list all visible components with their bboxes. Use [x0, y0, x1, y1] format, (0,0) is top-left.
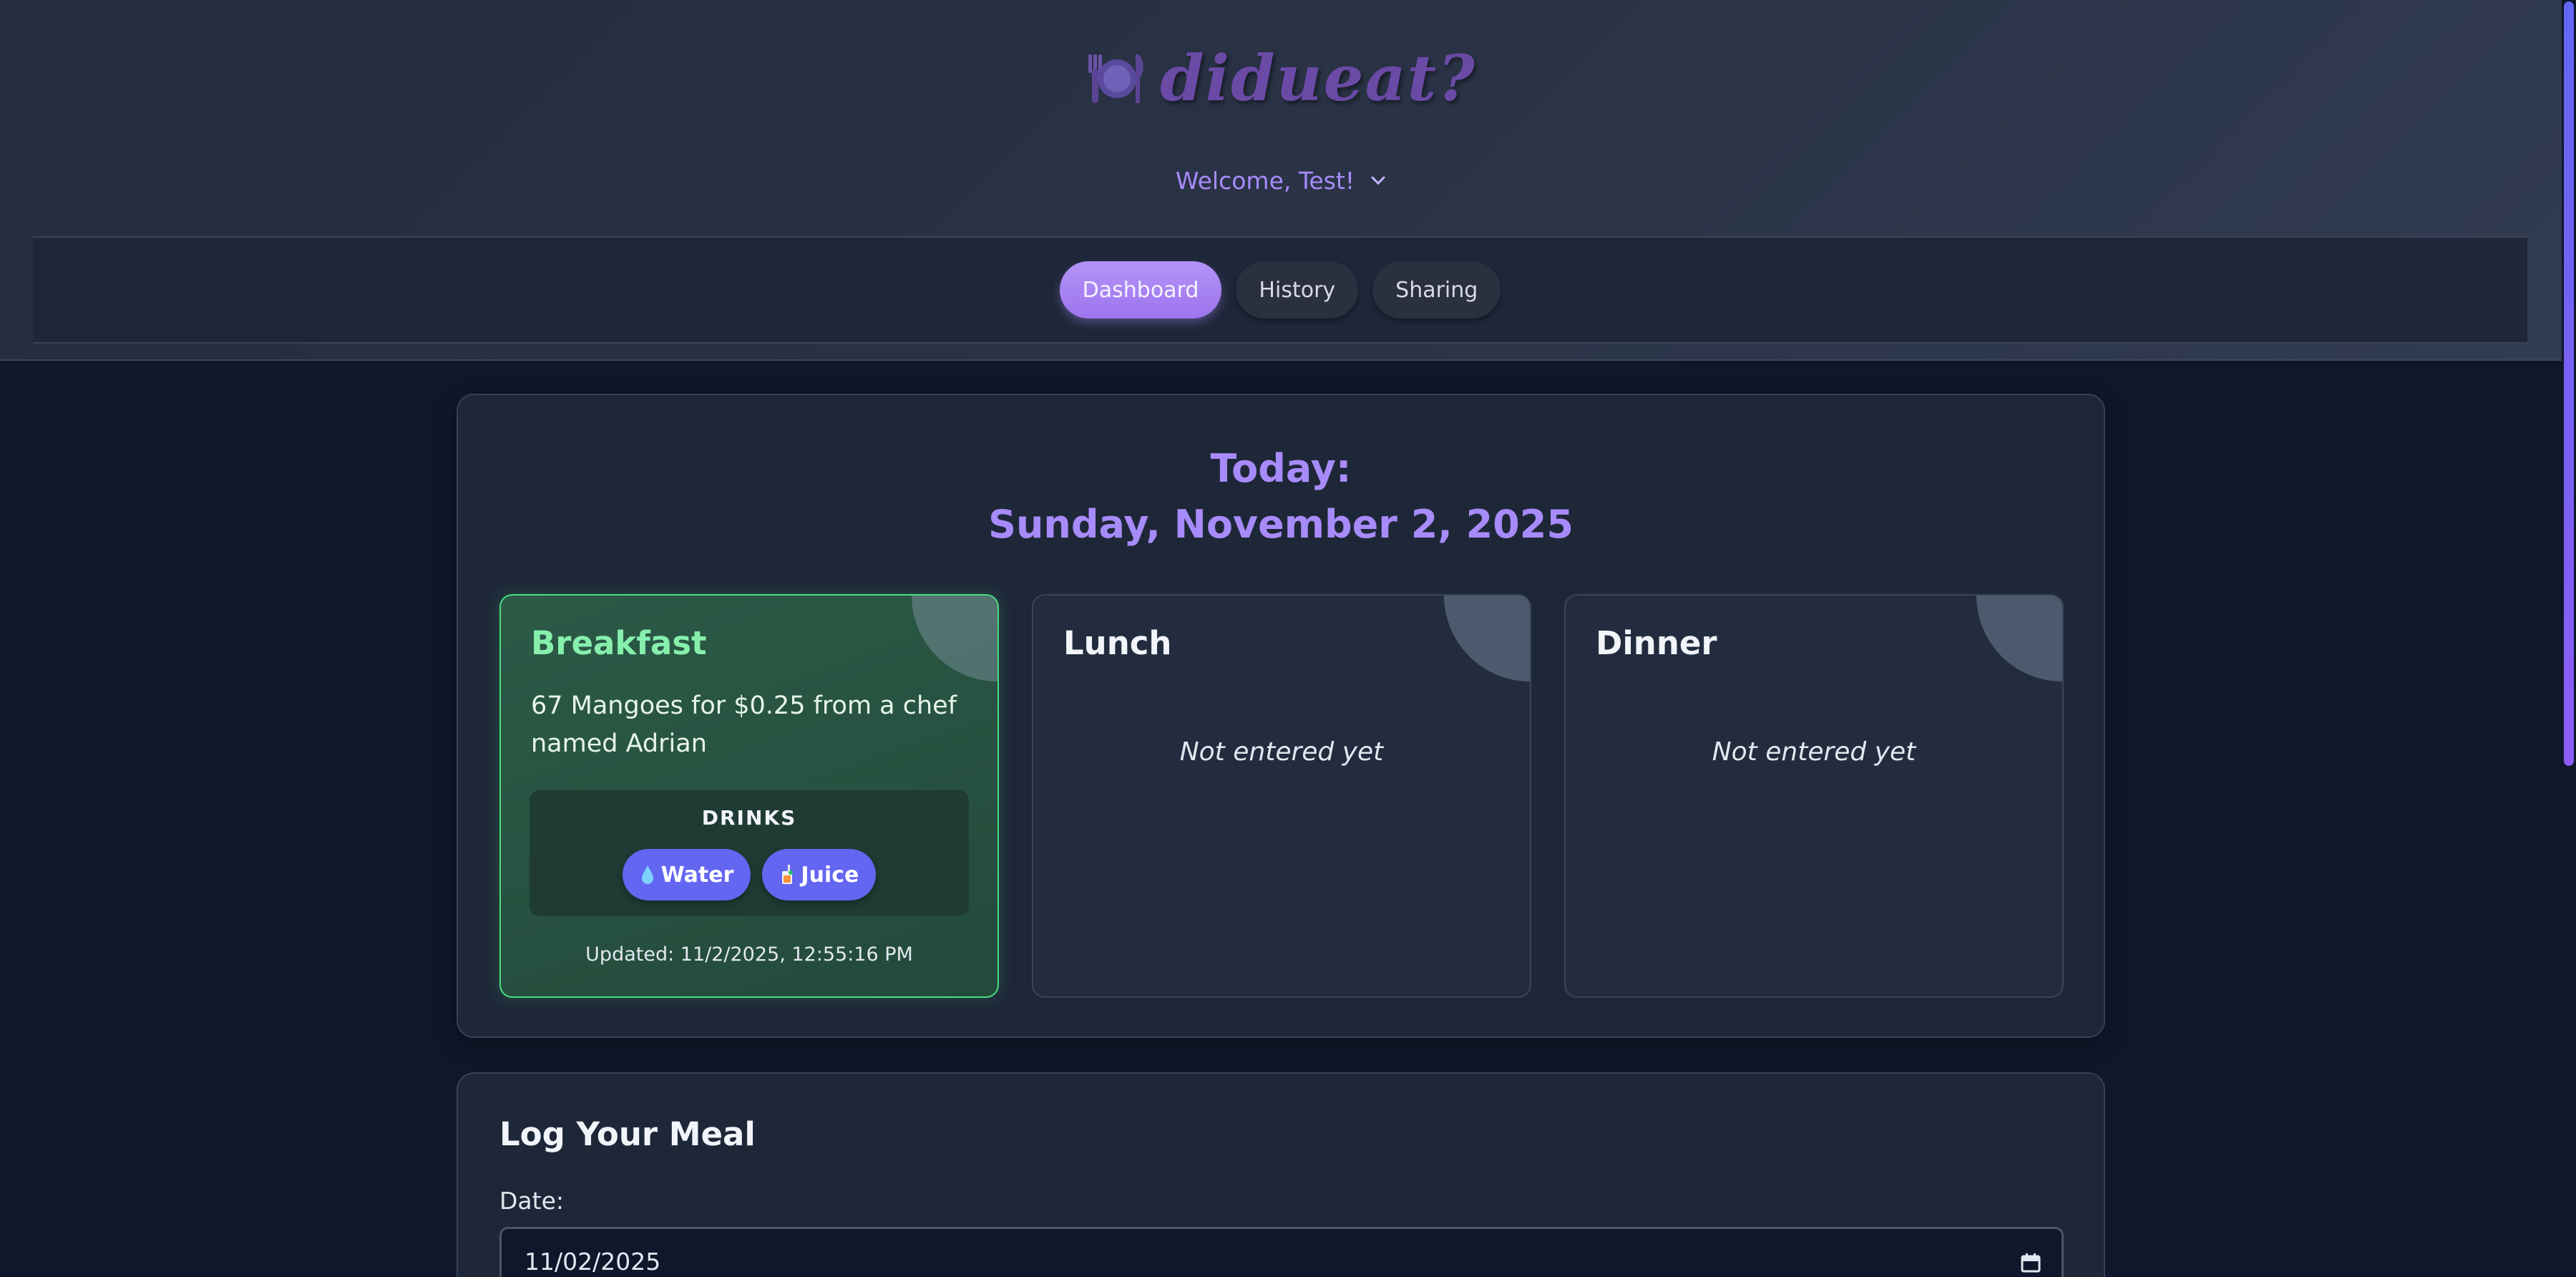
app-logo[interactable]: didueat? [0, 39, 2562, 117]
meal-card-lunch[interactable]: Lunch Not entered yet [1032, 594, 1531, 998]
date-input[interactable]: 11/02/2025 [499, 1227, 2064, 1277]
date-label: Date: [499, 1187, 564, 1215]
tab-sharing[interactable]: Sharing [1372, 261, 1501, 319]
today-card: Today: Sunday, November 2, 2025 Breakfas… [457, 394, 2105, 1038]
drink-pill-water: Water [622, 849, 751, 900]
meal-card-dinner[interactable]: Dinner Not entered yet [1564, 594, 2064, 998]
juice-icon [782, 865, 794, 884]
drink-label: Juice [801, 862, 859, 888]
tab-history[interactable]: History [1236, 261, 1359, 319]
corner-decoration [912, 596, 997, 681]
plate-utensils-icon [1088, 54, 1143, 103]
welcome-text: Welcome, Test! [1175, 166, 1355, 195]
today-date: Sunday, November 2, 2025 [988, 502, 1574, 547]
date-value: 11/02/2025 [525, 1247, 661, 1276]
chevron-down-icon [1371, 176, 1385, 185]
drinks-list: Water Juice [530, 849, 969, 900]
meal-status: Not entered yet [1179, 737, 1384, 767]
meal-title: Dinner [1596, 624, 1717, 662]
app-logo-text: didueat? [1160, 41, 1476, 115]
app-header: didueat? Welcome, Test! Dashboard Histor… [0, 0, 2562, 361]
meal-updated-timestamp: Updated: 11/2/2025, 12:55:16 PM [585, 943, 913, 966]
page-scrollbar[interactable] [2562, 0, 2576, 1277]
meal-title: Breakfast [531, 624, 707, 662]
main-nav: Dashboard History Sharing [33, 236, 2527, 344]
meal-title: Lunch [1063, 624, 1172, 662]
drink-pill-juice: Juice [762, 849, 877, 900]
calendar-icon[interactable] [2020, 1252, 2041, 1273]
page: didueat? Welcome, Test! Dashboard Histor… [0, 0, 2576, 1277]
log-meal-card: Log Your Meal Date: 11/02/2025 [457, 1072, 2105, 1277]
today-label: Today: [1210, 446, 1352, 491]
drink-label: Water [660, 862, 734, 888]
tab-dashboard[interactable]: Dashboard [1059, 261, 1222, 319]
scrollbar-thumb[interactable] [2564, 1, 2574, 766]
corner-decoration [1976, 596, 2062, 681]
user-menu[interactable]: Welcome, Test! [0, 160, 2562, 200]
water-drop-icon [641, 865, 653, 884]
today-heading: Today: Sunday, November 2, 2025 [458, 441, 2104, 553]
drinks-panel: DRINKS Water Juice [530, 790, 969, 916]
log-meal-title: Log Your Meal [499, 1115, 756, 1153]
corner-decoration [1444, 596, 1530, 681]
meal-status: Not entered yet [1712, 737, 1916, 767]
meal-description: 67 Mangoes for $0.25 from a chef named A… [531, 691, 957, 758]
drinks-label: DRINKS [701, 806, 797, 830]
meal-card-breakfast[interactable]: Breakfast 67 Mangoes for $0.25 from a ch… [499, 594, 999, 998]
